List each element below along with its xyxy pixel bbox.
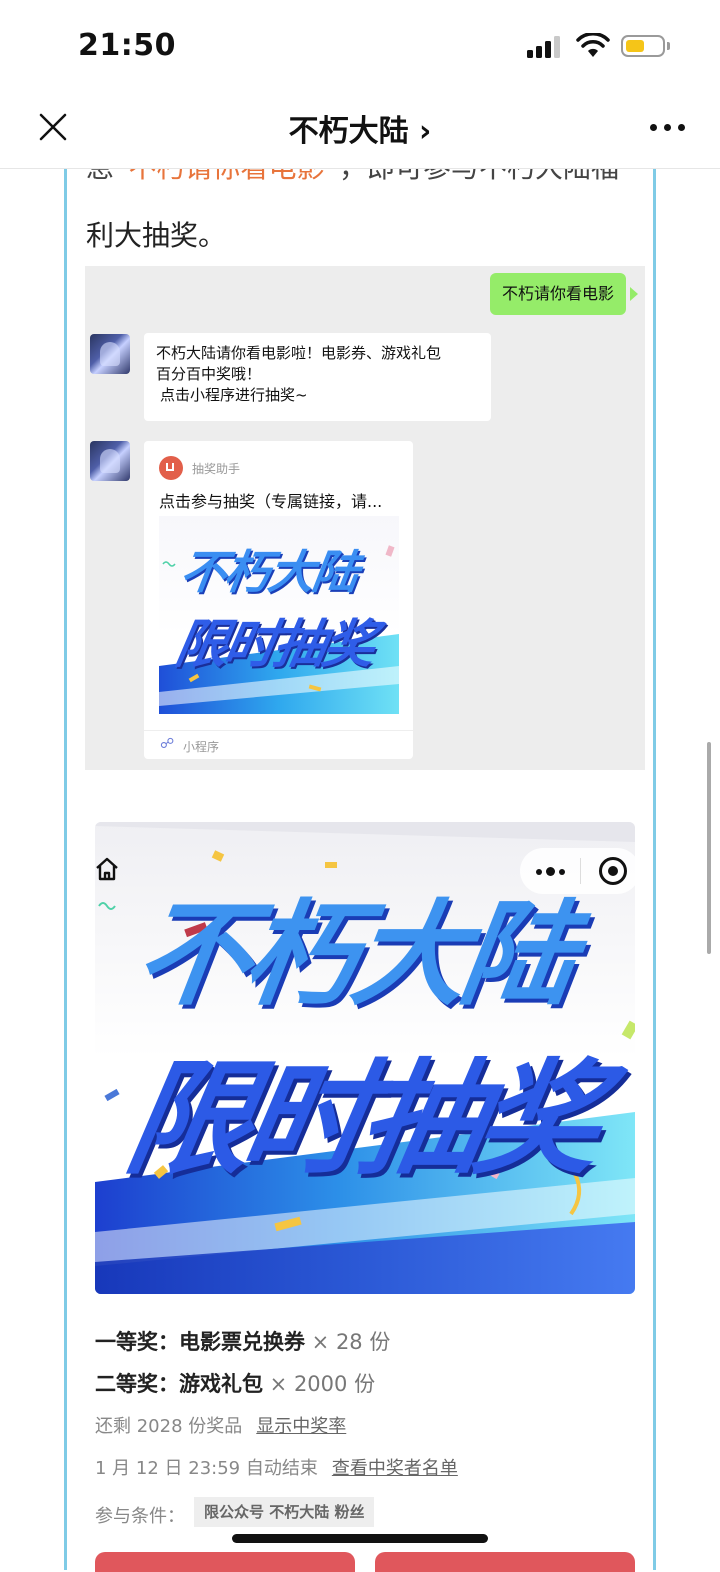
show-rate-link[interactable]: 显示中奖率 — [256, 1416, 346, 1437]
action-button-left[interactable] — [95, 1552, 355, 1572]
mini-program-name: 抽奖助手 — [192, 462, 241, 476]
second-prize-quantity: × 2000 份 — [263, 1372, 376, 1396]
mini-program-divider — [144, 730, 413, 731]
banner-line1: 不朽大陆 — [128, 888, 579, 1021]
mini-program-label: 小程序 — [183, 740, 220, 754]
reply-line: 不朽大陆请你看电影啦！电影券、游戏礼包 — [156, 344, 442, 362]
second-prize: 二等奖：游戏礼包 × 2000 份 — [95, 1368, 375, 1398]
more-icon[interactable] — [536, 867, 566, 877]
view-winners-link[interactable]: 查看中奖者名单 — [332, 1458, 458, 1479]
reply-line: 百分百中奖哦！ — [156, 365, 262, 383]
avatar — [90, 441, 130, 481]
mini-program-description: 点击参与抽奖（专属链接，请... — [159, 492, 383, 511]
action-button-right[interactable] — [375, 1552, 635, 1572]
bubble-tip — [630, 287, 638, 301]
second-prize-label: 二等奖：游戏礼包 — [95, 1372, 263, 1396]
mini-program-banner: 不朽大陆 限时抽奖 — [159, 516, 399, 714]
condition-label: 参与条件： — [95, 1506, 185, 1527]
first-prize-quantity: × 28 份 — [305, 1330, 391, 1354]
capsule-separator — [580, 858, 581, 884]
battery-tip — [667, 42, 670, 50]
remaining-count: 还剩 2028 份奖品 — [95, 1416, 243, 1437]
more-icon[interactable] — [650, 124, 686, 132]
condition-tag: 限公众号 不朽大陆 粉丝 — [194, 1497, 375, 1527]
first-prize: 一等奖：电影票兑换券 × 28 份 — [95, 1326, 390, 1356]
reply-message-bubble: 不朽大陆请你看电影啦！电影券、游戏礼包 百分百中奖哦！ 点击小程序进行抽奖~ — [144, 333, 491, 421]
mini-program-icon: ☍ — [160, 736, 175, 752]
home-icon[interactable] — [94, 856, 120, 882]
page-title[interactable]: 不朽大陆 › — [0, 106, 720, 150]
end-time: 1 月 12 日 23:59 自动结束 查看中奖者名单 — [95, 1454, 458, 1480]
status-time: 21:50 — [78, 28, 176, 63]
mini-banner-line2: 限时抽奖 — [170, 615, 378, 675]
reply-line: 点击小程序进行抽奖~ — [160, 386, 308, 404]
home-indicator[interactable] — [232, 1534, 488, 1543]
avatar — [90, 334, 130, 374]
battery-icon — [621, 35, 665, 57]
signal-icon — [527, 36, 563, 58]
remaining-prizes: 还剩 2028 份奖品 显示中奖率 — [95, 1412, 346, 1438]
article-text: 利大抽奖。 — [86, 219, 227, 252]
wifi-icon — [576, 33, 610, 57]
scrollbar[interactable] — [707, 742, 711, 954]
end-time-text: 1 月 12 日 23:59 自动结束 — [95, 1458, 318, 1479]
mini-banner-line1: 不朽大陆 — [176, 545, 361, 599]
banner-line2: 限时抽奖 — [116, 1048, 606, 1192]
lottery-assistant-logo — [159, 456, 183, 480]
user-message-bubble: 不朽请你看电影 — [490, 273, 627, 315]
target-icon[interactable] — [599, 857, 627, 885]
first-prize-label: 一等奖：电影票兑换券 — [95, 1330, 305, 1354]
